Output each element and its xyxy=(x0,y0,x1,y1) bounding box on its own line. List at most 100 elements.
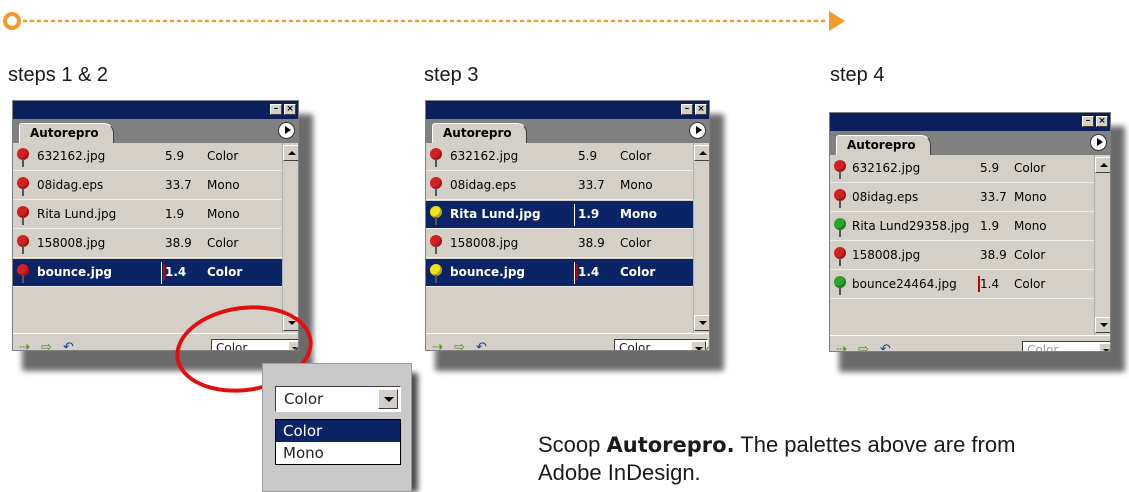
repro-out-icon[interactable]: ⇢ xyxy=(836,342,854,351)
palette-menu-icon[interactable] xyxy=(1090,134,1107,151)
file-name: bounce.jpg xyxy=(37,265,113,279)
palette-menu-icon[interactable] xyxy=(278,122,295,139)
file-mode: Mono xyxy=(620,207,657,221)
dropdown-arrow-icon[interactable] xyxy=(378,389,398,409)
option-mono[interactable]: Mono xyxy=(276,442,400,464)
file-row[interactable]: 158008.jpg 38.9 Color xyxy=(13,230,293,258)
mode-select[interactable]: Color xyxy=(275,386,401,412)
file-mode: Color xyxy=(620,149,652,163)
file-size: 1.9 xyxy=(980,219,1000,233)
autorepro-palette-3: – × Autorepro 632162.jpg 5.9 Color 08idag.eps 3… xyxy=(829,112,1129,372)
file-row[interactable]: 632162.jpg 5.9 Color xyxy=(13,143,293,171)
file-mode: Mono xyxy=(1014,219,1047,233)
close-icon[interactable]: × xyxy=(1096,116,1108,127)
repro-in-icon[interactable]: ⇨ xyxy=(454,340,472,350)
autorepro-palette-2: – × Autorepro 632162.jpg 5.9 Color 08idag.eps 3… xyxy=(425,100,728,371)
pin-red-icon xyxy=(834,189,848,209)
resize-grip-icon[interactable] xyxy=(695,347,709,350)
file-row[interactable]: 158008.jpg 38.9 Color xyxy=(426,230,704,258)
pin-red-icon xyxy=(17,206,31,226)
progress-arrow xyxy=(3,11,845,31)
file-size: 1.9 xyxy=(165,207,185,221)
scroll-up-icon[interactable] xyxy=(283,145,298,161)
undo-icon[interactable]: ↶ xyxy=(63,340,81,350)
caption-prefix: Scoop xyxy=(538,432,607,457)
file-mode: Color xyxy=(620,236,652,250)
tab-autorepro[interactable]: Autorepro xyxy=(19,123,114,143)
file-mode: Color xyxy=(207,236,239,250)
undo-icon[interactable]: ↶ xyxy=(476,340,494,350)
resize-grip-icon[interactable] xyxy=(1096,349,1110,351)
tab-autorepro[interactable]: Autorepro xyxy=(432,123,527,143)
pin-red-icon xyxy=(17,235,31,255)
file-row[interactable]: 158008.jpg 38.9 Color xyxy=(830,242,1100,270)
file-size: 5.9 xyxy=(165,149,185,163)
file-name: 158008.jpg xyxy=(450,236,519,250)
file-row[interactable]: 632162.jpg 5.9 Color xyxy=(426,143,704,171)
scroll-up-icon[interactable] xyxy=(1095,157,1110,173)
palette-tabbar: Autorepro xyxy=(426,119,709,143)
vertical-scrollbar[interactable] xyxy=(693,143,709,333)
file-row[interactable]: 08idag.eps 33.7 Mono xyxy=(426,172,704,200)
repro-in-icon[interactable]: ⇨ xyxy=(41,340,59,350)
option-color[interactable]: Color xyxy=(276,420,400,442)
file-name: bounce24464.jpg xyxy=(852,277,957,291)
mode-select-value: Color xyxy=(284,390,324,408)
column-separator xyxy=(161,262,162,284)
pin-green-icon xyxy=(834,218,848,238)
column-separator xyxy=(574,262,575,284)
file-row[interactable]: 08idag.eps 33.7 Mono xyxy=(13,172,293,200)
file-row[interactable]: Rita Lund.jpg 1.9 Mono xyxy=(426,201,704,229)
progress-start-marker xyxy=(3,12,21,30)
file-name: Rita Lund.jpg xyxy=(37,207,117,221)
file-row[interactable]: bounce.jpg 1.4 Color xyxy=(13,259,293,287)
file-name: bounce.jpg xyxy=(450,265,526,279)
minimize-icon[interactable]: – xyxy=(681,104,693,115)
mode-select-value: Color xyxy=(1027,343,1059,352)
close-icon[interactable]: × xyxy=(695,104,707,115)
scroll-down-icon[interactable] xyxy=(694,315,709,331)
file-size: 33.7 xyxy=(165,178,192,192)
caption-line2: Adobe InDesign. xyxy=(538,460,701,485)
file-row[interactable]: Rita Lund.jpg 1.9 Mono xyxy=(13,201,293,229)
file-row[interactable]: Rita Lund29358.jpg 1.9 Mono xyxy=(830,213,1100,241)
repro-out-icon[interactable]: ⇢ xyxy=(432,340,450,350)
file-size: 38.9 xyxy=(578,236,605,250)
file-size: 1.4 xyxy=(165,265,187,279)
file-mode: Color xyxy=(207,265,243,279)
file-name: 08idag.eps xyxy=(450,178,517,192)
file-row[interactable]: 632162.jpg 5.9 Color xyxy=(830,155,1100,183)
repro-out-icon[interactable]: ⇢ xyxy=(19,340,37,350)
vertical-scrollbar[interactable] xyxy=(1094,155,1110,335)
tab-autorepro[interactable]: Autorepro xyxy=(836,135,931,155)
palette-tabbar: Autorepro xyxy=(830,131,1110,155)
file-mode: Mono xyxy=(207,207,240,221)
caption: Scoop Autorepro. The palettes above are … xyxy=(538,432,1129,486)
file-row[interactable]: bounce24464.jpg 1.4 Color xyxy=(830,271,1100,299)
minimize-icon[interactable]: – xyxy=(270,104,282,115)
repro-in-icon[interactable]: ⇨ xyxy=(858,342,876,351)
palette-titlebar[interactable]: – × xyxy=(830,113,1110,131)
undo-icon[interactable]: ↶ xyxy=(880,342,898,351)
palette-body: – × Autorepro 632162.jpg 5.9 Color 08idag.eps 3… xyxy=(829,112,1111,352)
vertical-scrollbar[interactable] xyxy=(282,143,298,333)
file-name: 632162.jpg xyxy=(450,149,519,163)
palette-menu-icon[interactable] xyxy=(689,122,706,139)
file-name: Rita Lund.jpg xyxy=(450,207,541,221)
minimize-icon[interactable]: – xyxy=(1082,116,1094,127)
file-row[interactable]: bounce.jpg 1.4 Color xyxy=(426,259,704,287)
pin-red-icon xyxy=(834,247,848,267)
palette-tabbar: Autorepro xyxy=(13,119,298,143)
close-icon[interactable]: × xyxy=(284,104,296,115)
file-name: 08idag.eps xyxy=(852,190,919,204)
palette-bottombar: ⇢ ⇨ ↶ Color xyxy=(830,335,1110,352)
file-row[interactable]: 08idag.eps 33.7 Mono xyxy=(830,184,1100,212)
palette-titlebar[interactable]: – × xyxy=(426,101,709,119)
palette-titlebar[interactable]: – × xyxy=(13,101,298,119)
palette-body: – × Autorepro 632162.jpg 5.9 Color 08idag.eps 3… xyxy=(425,100,710,351)
file-size: 33.7 xyxy=(578,178,605,192)
scroll-up-icon[interactable] xyxy=(694,145,709,161)
file-name: 08idag.eps xyxy=(37,178,104,192)
scroll-down-icon[interactable] xyxy=(1095,317,1110,333)
mode-select[interactable]: Color xyxy=(614,339,708,350)
